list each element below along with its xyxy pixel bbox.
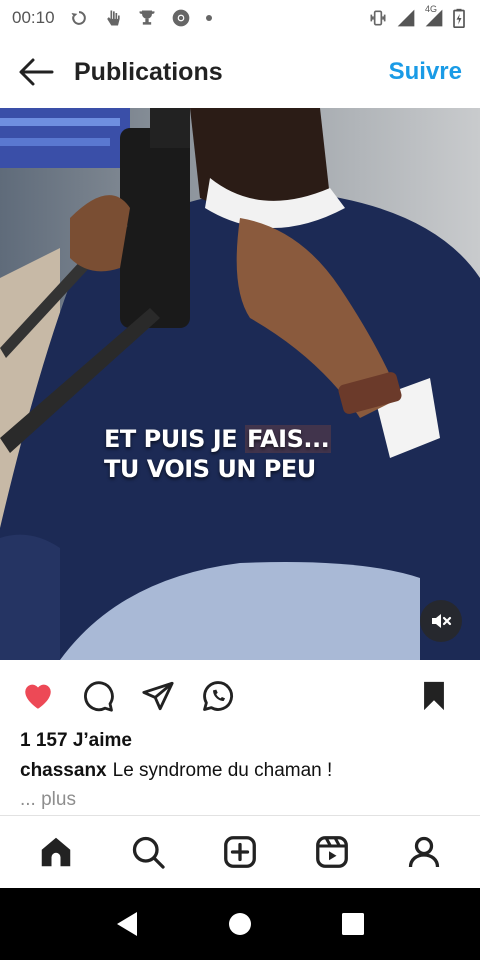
back-arrow-icon[interactable] [18,54,54,90]
create-icon[interactable] [216,828,264,876]
home-circle-icon[interactable] [220,904,260,944]
refresh-icon [69,8,89,28]
recents-square-icon[interactable] [333,904,373,944]
reels-icon[interactable] [308,828,356,876]
share-icon[interactable] [140,678,176,714]
home-icon[interactable] [32,828,80,876]
post-caption-text: Le syndrome du chaman ! [112,760,333,781]
system-nav [0,888,480,960]
whatsapp-icon[interactable] [200,678,236,714]
post-username[interactable]: chassanx [20,760,107,781]
vibrate-icon [368,8,388,28]
status-time: 00:10 [12,8,55,27]
heart-icon[interactable] [20,678,56,714]
profile-icon[interactable] [400,828,448,876]
header: Publications Suivre [0,36,480,108]
signal-4g-icon: 4G [424,4,444,28]
hand-icon [103,8,123,28]
follow-button[interactable]: Suivre [389,58,462,86]
status-bar: 00:10 4G [0,0,480,36]
likes-count[interactable]: 1 157 J’aime [20,730,132,752]
subtitle-line1: ET PUIS JE [104,425,245,453]
dot-icon [205,14,213,22]
chrome-icon [171,8,191,28]
post-video[interactable]: ET PUIS JE FAIS... TU VOIS UN PEU [0,108,480,660]
bottom-nav [0,815,480,888]
more-link[interactable]: ... plus [20,789,76,811]
signal-icon [396,8,416,28]
network-type-label: 4G [425,4,438,14]
comment-icon[interactable] [80,678,116,714]
subtitle-line2: TU VOIS UN PEU [104,455,316,483]
search-icon[interactable] [124,828,172,876]
video-subtitle: ET PUIS JE FAIS... TU VOIS UN PEU [104,424,332,484]
post-actions [0,668,480,724]
post-caption: chassanx Le syndrome du chaman ! [20,760,332,782]
back-triangle-icon[interactable] [107,904,147,944]
video-frame [0,108,480,660]
bookmark-icon[interactable] [416,678,452,714]
subtitle-highlight: FAIS... [244,425,332,453]
page-title: Publications [74,57,223,86]
volume-mute-icon[interactable] [420,600,462,642]
trophy-icon [137,8,157,28]
battery-icon [452,8,466,28]
